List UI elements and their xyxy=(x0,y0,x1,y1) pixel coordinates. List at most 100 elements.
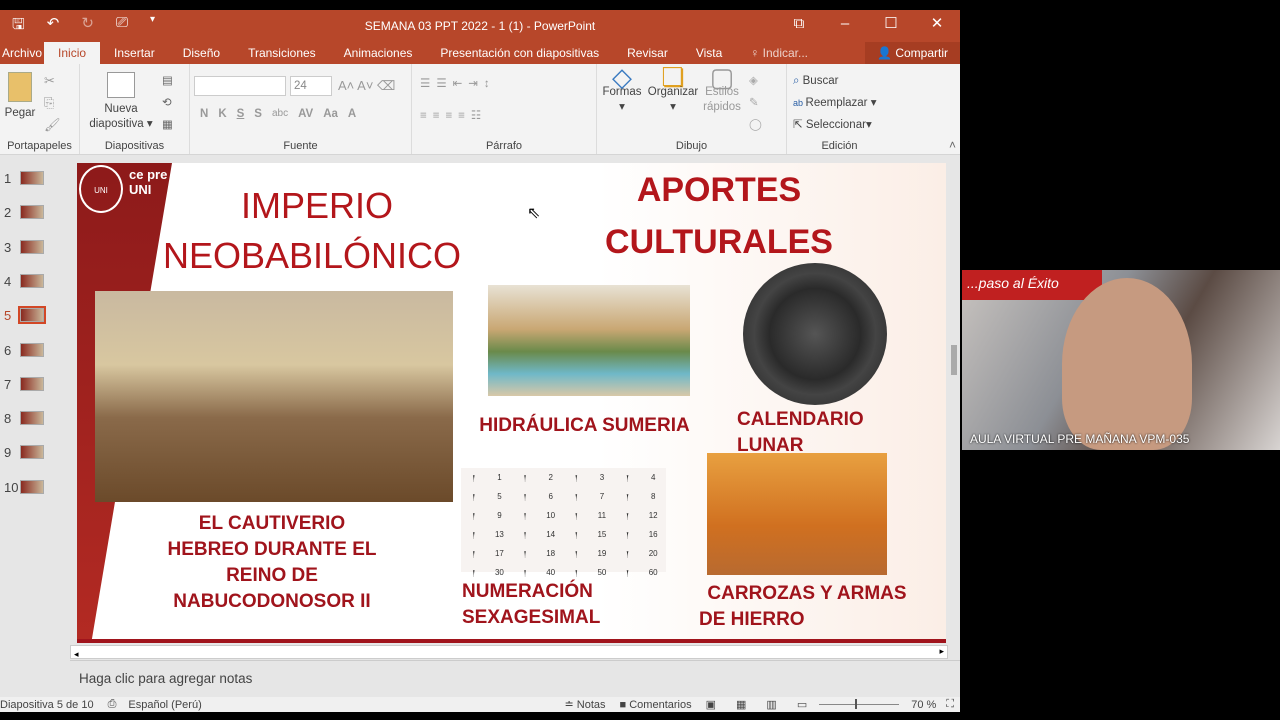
justify-icon[interactable]: ≡ xyxy=(458,110,471,122)
clear-format-icon[interactable]: ⌫ xyxy=(377,78,395,93)
horizontal-scrollbar[interactable]: ◂ ▸ xyxy=(70,645,948,659)
cuneiform-glyph-icon: 𒁹 xyxy=(523,550,527,559)
language-indicator[interactable]: Español (Perú) xyxy=(128,699,201,711)
font-name-input[interactable] xyxy=(194,76,286,96)
maximize-icon[interactable]: ☐ xyxy=(868,10,914,42)
collapse-ribbon-icon[interactable]: ˄ xyxy=(949,138,956,152)
slide-thumbnail[interactable]: 1 xyxy=(0,169,50,189)
format-painter-icon[interactable]: 🖌 xyxy=(44,114,61,136)
vertical-scrollbar[interactable] xyxy=(948,155,960,645)
normal-view-icon[interactable]: ▣ xyxy=(706,698,716,711)
slideshow-icon[interactable]: ▭ xyxy=(797,698,807,711)
tab-animaciones[interactable]: Animaciones xyxy=(330,42,427,64)
tell-me-search[interactable]: ♀ Indicar... xyxy=(736,42,822,64)
align-center-icon[interactable]: ≡ xyxy=(433,110,446,122)
grow-font-icon[interactable]: A˄ xyxy=(338,78,357,93)
slide-canvas[interactable]: UNI ce pre UNI IMPERIO NEOBABILÓNICO APO… xyxy=(77,163,946,643)
label: diapositiva xyxy=(89,118,144,130)
replace-button[interactable]: ab Reemplazar ▾ xyxy=(793,92,876,114)
fill-icon[interactable]: ◈ xyxy=(749,70,762,92)
reading-view-icon[interactable]: ▥ xyxy=(766,698,776,711)
minimize-icon[interactable]: – xyxy=(822,10,868,42)
title-aportes: APORTES xyxy=(636,171,802,209)
numeral-value: 9 xyxy=(497,511,502,520)
slide-thumbnail[interactable]: 8 xyxy=(0,409,50,429)
outline-icon[interactable]: ✎ xyxy=(749,92,762,114)
numeral-value: 19 xyxy=(597,549,607,558)
share-button[interactable]: 👤 Compartir xyxy=(865,42,960,64)
quick-styles-button[interactable]: ▢ Estilos rápidos xyxy=(701,64,743,115)
strikethrough-button[interactable]: abc xyxy=(272,108,288,120)
slide-sorter-icon[interactable]: ▦ xyxy=(736,698,746,711)
tab-revisar[interactable]: Revisar xyxy=(613,42,682,64)
numeral-value: 40 xyxy=(546,568,556,577)
zoom-slider[interactable] xyxy=(819,699,900,709)
slide-thumbnail[interactable]: 10 xyxy=(0,478,50,498)
notes-pane[interactable]: Haga clic para agregar notas xyxy=(70,660,960,697)
scroll-right-icon[interactable]: ▸ xyxy=(939,646,944,657)
underline-button[interactable]: S xyxy=(237,108,245,120)
numeral-value: 20 xyxy=(648,549,658,558)
fit-slide-icon[interactable]: ⛶ xyxy=(946,698,954,711)
cut-icon[interactable]: ✂ xyxy=(44,70,61,92)
notes-button[interactable]: ≐ Notas xyxy=(565,698,606,711)
copy-icon[interactable]: ⎘ xyxy=(44,92,61,114)
scroll-thumb[interactable] xyxy=(951,345,957,375)
bold-button[interactable]: N xyxy=(200,108,208,120)
layout-icon[interactable]: ▤ xyxy=(162,70,173,92)
find-button[interactable]: ⌕ Buscar xyxy=(793,70,876,92)
ribbon-display-icon[interactable]: ⧉ xyxy=(776,10,822,42)
slide-thumbnail[interactable]: 9 xyxy=(0,443,50,463)
scroll-left-icon[interactable]: ◂ xyxy=(71,649,79,659)
numeral-value: 10 xyxy=(546,511,556,520)
slide-thumbnail[interactable]: 4 xyxy=(0,272,50,292)
numeral-value: 13 xyxy=(494,530,504,539)
tab-diseno[interactable]: Diseño xyxy=(169,42,234,64)
redo-icon[interactable]: ↻ xyxy=(81,14,94,39)
slide-thumbnail[interactable]: 3 xyxy=(0,238,50,258)
bullets-icon[interactable]: ☰ xyxy=(420,78,436,90)
line-spacing-icon[interactable]: ↕ xyxy=(484,78,496,90)
numeral-value: 17 xyxy=(494,549,504,558)
tab-presentacion[interactable]: Presentación con diapositivas xyxy=(426,42,613,64)
spacing-icon[interactable]: AV xyxy=(298,108,313,120)
slide-thumbnail[interactable]: 2 xyxy=(0,203,50,223)
spellcheck-icon[interactable]: ⎙ xyxy=(108,698,117,711)
zoom-level[interactable]: 70 % xyxy=(911,699,936,711)
paste-button[interactable]: Pegar xyxy=(4,72,36,121)
italic-button[interactable]: K xyxy=(218,108,226,120)
font-size-input[interactable]: 24 xyxy=(290,76,332,96)
shapes-button[interactable]: ◇ Formas ▾ xyxy=(601,64,643,115)
tab-insertar[interactable]: Insertar xyxy=(100,42,169,64)
numbering-icon[interactable]: ☰ xyxy=(436,78,452,90)
slide-thumbnail[interactable]: 7 xyxy=(0,375,50,395)
tab-transiciones[interactable]: Transiciones xyxy=(234,42,330,64)
reset-icon[interactable]: ⟲ xyxy=(162,92,173,114)
indent-icon[interactable]: ⇤⇥ xyxy=(453,78,484,90)
shadow-button[interactable]: S xyxy=(254,108,262,120)
customize-qat-icon[interactable]: ▾ xyxy=(150,14,155,39)
tab-vista[interactable]: Vista xyxy=(682,42,736,64)
change-case-button[interactable]: Aa xyxy=(323,108,338,120)
align-right-icon[interactable]: ≡ xyxy=(445,110,458,122)
section-icon[interactable]: ▦ xyxy=(162,114,173,136)
comments-button[interactable]: ■ Comentarios xyxy=(620,699,692,711)
thumbnail-image xyxy=(20,273,44,288)
columns-icon[interactable]: ☷ xyxy=(471,110,487,122)
tab-archivo[interactable]: Archivo xyxy=(0,42,44,64)
close-icon[interactable]: ✕ xyxy=(914,10,960,42)
shrink-font-icon[interactable]: A˅ xyxy=(357,78,377,93)
slide-thumbnail[interactable]: 6 xyxy=(0,341,50,361)
new-slide-button[interactable]: Nueva diapositiva ▾ xyxy=(86,72,156,132)
effects-icon[interactable]: ◯ xyxy=(749,114,762,136)
align-left-icon[interactable]: ≡ xyxy=(420,110,433,122)
font-color-button[interactable]: A xyxy=(348,108,356,120)
undo-icon[interactable]: ↶ xyxy=(47,14,60,39)
present-icon[interactable]: ⎚ xyxy=(116,14,128,39)
slide-thumbnail[interactable]: 5 xyxy=(0,306,50,326)
tab-inicio[interactable]: Inicio xyxy=(44,42,101,64)
arrange-button[interactable]: ❏ Organizar ▾ xyxy=(647,64,699,115)
save-icon[interactable]: 🖫 xyxy=(12,14,25,39)
cuneiform-glyph-icon: 𒁹 xyxy=(574,512,578,521)
select-button[interactable]: ⇱ Seleccionar▾ xyxy=(793,114,876,136)
